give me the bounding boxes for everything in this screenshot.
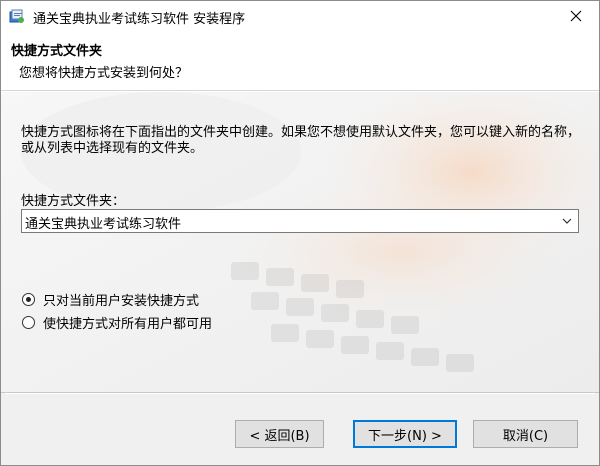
description-text: 快捷方式图标将在下面指出的文件夹中创建。如果您不想使用默认文件夹，您可以键入新的… bbox=[21, 125, 581, 156]
installer-window: 通关宝典执业考试练习软件 安装程序 快捷方式文件夹 您想将快捷方式安装到何处？ bbox=[0, 0, 600, 466]
radio-all-users-label[interactable]: 使快捷方式对所有用户都可用 bbox=[43, 313, 212, 332]
radio-current-user[interactable]: 只对当前用户安装快捷方式 bbox=[22, 290, 199, 309]
radio-button-unchecked[interactable] bbox=[22, 315, 35, 329]
header-panel: 快捷方式文件夹 您想将快捷方式安装到何处？ bbox=[1, 31, 599, 91]
page-subtitle: 您想将快捷方式安装到何处？ bbox=[19, 66, 189, 81]
next-button[interactable]: 下一步(N) > bbox=[353, 420, 457, 448]
installer-icon bbox=[9, 9, 24, 23]
divider bbox=[5, 393, 595, 394]
shortcut-folder-label: 快捷方式文件夹： bbox=[21, 194, 126, 209]
back-button[interactable]: < 返回(B) bbox=[235, 420, 324, 448]
close-icon bbox=[570, 10, 582, 22]
page-title: 快捷方式文件夹 bbox=[11, 44, 103, 59]
cancel-button[interactable]: 取消(C) bbox=[473, 420, 578, 448]
shortcut-folder-value[interactable]: 通关宝典执业考试练习软件 bbox=[25, 213, 181, 232]
radio-current-user-label[interactable]: 只对当前用户安装快捷方式 bbox=[43, 290, 199, 309]
window-title: 通关宝典执业考试练习软件 安装程序 bbox=[33, 12, 246, 27]
shortcut-folder-combobox[interactable]: 通关宝典执业考试练习软件 bbox=[21, 209, 579, 233]
chevron-down-icon[interactable] bbox=[560, 215, 574, 227]
title-bar: 通关宝典执业考试练习软件 安装程序 bbox=[1, 1, 599, 31]
radio-all-users[interactable]: 使快捷方式对所有用户都可用 bbox=[22, 313, 212, 332]
close-button[interactable] bbox=[553, 1, 599, 31]
content-panel: 快捷方式图标将在下面指出的文件夹中创建。如果您不想使用默认文件夹，您可以键入新的… bbox=[1, 92, 599, 392]
radio-button-checked[interactable] bbox=[22, 292, 35, 306]
button-bar: < 返回(B) 下一步(N) > 取消(C) bbox=[1, 392, 599, 465]
